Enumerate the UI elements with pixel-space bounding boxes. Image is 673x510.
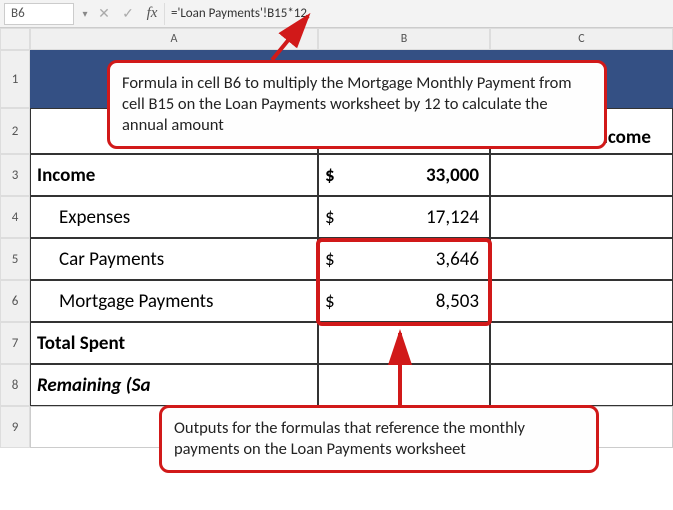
fx-icon[interactable]: fx [140, 5, 164, 22]
callout-outputs-text: Outputs for the formulas that reference … [174, 418, 525, 459]
cell-A5[interactable]: Car Payments [30, 238, 318, 280]
row-header-1[interactable]: 1 [0, 50, 30, 108]
name-box-value: B6 [11, 6, 25, 21]
cell-B5[interactable]: $3,646 [318, 238, 490, 280]
callout-formula-text: Formula in cell B6 to multiply the Mortg… [122, 73, 572, 135]
name-box[interactable]: B6 [4, 3, 74, 25]
cell-B8[interactable] [318, 364, 490, 406]
cell-C4[interactable] [490, 196, 673, 238]
row-header-3[interactable]: 3 [0, 154, 30, 196]
cell-B3[interactable]: $33,000 [318, 154, 490, 196]
formula-text: ='Loan Payments'!B15*12 [171, 6, 307, 21]
cell-C7[interactable] [490, 322, 673, 364]
cell-C8[interactable] [490, 364, 673, 406]
row-header-8[interactable]: 8 [0, 364, 30, 406]
label-income: Income [37, 164, 311, 187]
select-all-corner[interactable] [0, 28, 30, 50]
label-mortgage: Mortgage Payments [59, 290, 311, 313]
label-total: Total Spent [37, 332, 311, 355]
formula-bar: B6 ▾ ✕ ✓ fx ='Loan Payments'!B15*12 [0, 0, 673, 28]
row-header-5[interactable]: 5 [0, 238, 30, 280]
cell-A8[interactable]: Remaining (Sa [30, 364, 318, 406]
cell-C6[interactable] [490, 280, 673, 322]
cell-A3[interactable]: Income [30, 154, 318, 196]
label-remain: Remaining (Sa [37, 374, 311, 397]
row-header-9[interactable]: 9 [0, 406, 30, 448]
cell-A6[interactable]: Mortgage Payments [30, 280, 318, 322]
name-box-dropdown-icon[interactable]: ▾ [78, 7, 92, 20]
col-header-B[interactable]: B [318, 28, 490, 50]
cell-A4[interactable]: Expenses [30, 196, 318, 238]
label-car: Car Payments [59, 248, 311, 271]
col-header-C[interactable]: C [490, 28, 673, 50]
formula-input[interactable]: ='Loan Payments'!B15*12 [164, 3, 673, 25]
row-header-6[interactable]: 6 [0, 280, 30, 322]
callout-outputs: Outputs for the formulas that reference … [159, 405, 599, 473]
cell-B6[interactable]: $8,503 [318, 280, 490, 322]
row-header-2[interactable]: 2 [0, 108, 30, 154]
cell-B7[interactable] [318, 322, 490, 364]
cell-C3[interactable] [490, 154, 673, 196]
cell-A7[interactable]: Total Spent [30, 322, 318, 364]
callout-formula: Formula in cell B6 to multiply the Mortg… [107, 60, 607, 149]
row-header-7[interactable]: 7 [0, 322, 30, 364]
cell-B4[interactable]: $17,124 [318, 196, 490, 238]
row-header-4[interactable]: 4 [0, 196, 30, 238]
col-header-A[interactable]: A [30, 28, 318, 50]
confirm-icon[interactable]: ✓ [116, 5, 140, 22]
label-expenses: Expenses [59, 206, 311, 229]
cell-C5[interactable] [490, 238, 673, 280]
cancel-icon[interactable]: ✕ [92, 5, 116, 22]
